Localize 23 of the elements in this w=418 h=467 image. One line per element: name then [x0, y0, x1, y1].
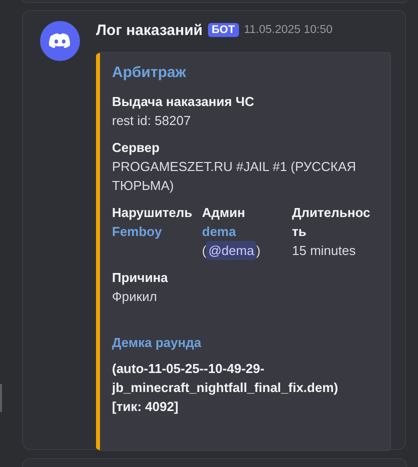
paren-text: ) — [256, 242, 260, 260]
avatar-icon[interactable] — [40, 21, 80, 61]
paren-text: ( — [202, 242, 206, 260]
field-value: rest id: 58207 — [112, 112, 192, 130]
scrollbar-thumb — [0, 384, 2, 412]
user-link[interactable]: Femboy — [112, 222, 196, 241]
field-name: Причина — [112, 269, 169, 287]
bot-badge: БОТ — [208, 23, 239, 37]
embed-title[interactable]: Арбитраж — [112, 63, 382, 82]
field-value: Фрикил — [112, 288, 158, 306]
field-name: Сервер — [112, 139, 161, 157]
user-link[interactable]: dema — [202, 222, 286, 241]
demo-filename: (auto-11-05-25--10-49-29-jb_minecraft_nightfall_final_fix.dem) [тик: 4092] — [112, 360, 340, 416]
field-value: PROGAMESZET.RU #JAIL #1 (РУССКАЯ ТЮРЬМА) — [112, 158, 358, 195]
author-name[interactable]: Лог наказаний — [96, 22, 203, 38]
field-name: Админ — [202, 204, 246, 222]
user-mention[interactable]: @dema — [206, 241, 256, 260]
timestamp: 11.05.2025 10:50 — [244, 24, 333, 36]
field-name: Выдача наказания ЧС — [112, 93, 256, 111]
demo-link[interactable]: Демка раунда — [112, 333, 382, 352]
field-name: Длительность — [292, 204, 372, 241]
field-value: 15 minutes — [292, 242, 357, 260]
field-name: Нарушитель — [112, 204, 194, 222]
